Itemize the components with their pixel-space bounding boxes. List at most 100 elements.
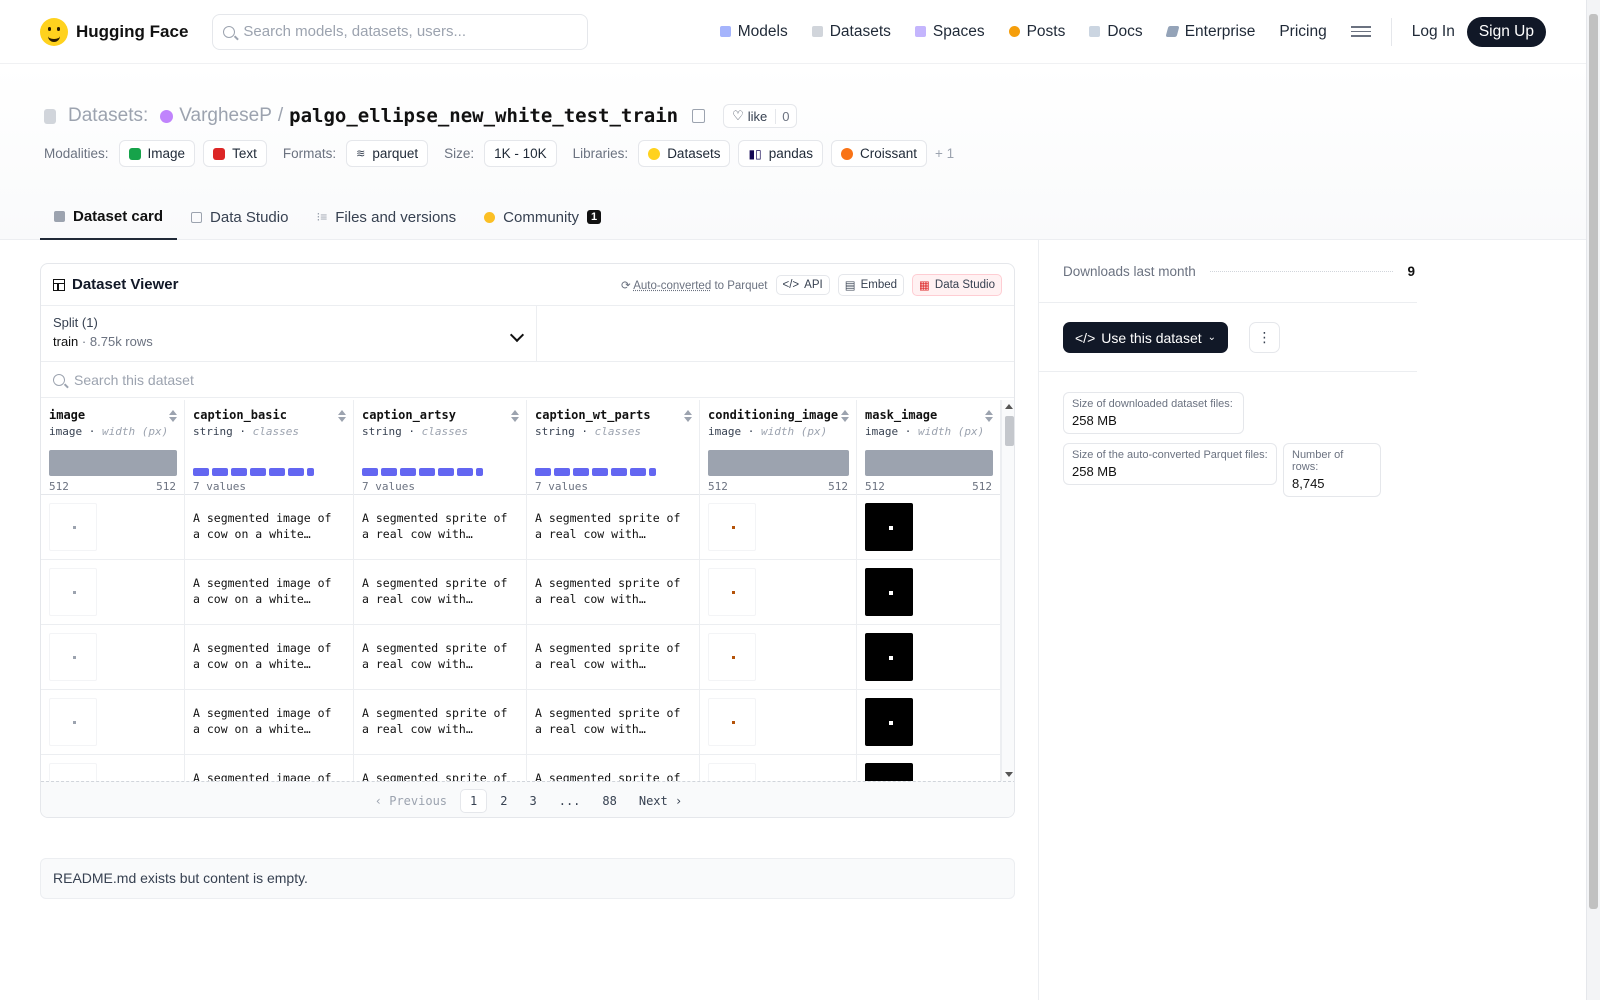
- page-88[interactable]: 88: [593, 790, 625, 812]
- tag-pandas[interactable]: ▮▯ pandas: [738, 140, 823, 167]
- class-bar[interactable]: [535, 468, 551, 476]
- nav-enterprise[interactable]: Enterprise: [1155, 16, 1268, 48]
- nav-models[interactable]: Models: [708, 16, 800, 48]
- nav-datasets[interactable]: Datasets: [800, 16, 903, 48]
- page-3[interactable]: 3: [520, 790, 545, 812]
- image-thumbnail[interactable]: [49, 763, 97, 781]
- split-selector[interactable]: Split (1) train · 8.75k rows: [41, 306, 537, 361]
- table-row[interactable]: A segmented image of a cow on a white ba…: [41, 560, 1001, 625]
- table-scrollbar[interactable]: [1001, 400, 1014, 781]
- class-bar[interactable]: [250, 468, 266, 476]
- tag-image[interactable]: Image: [118, 140, 196, 167]
- tag-size[interactable]: 1K - 10K: [484, 140, 557, 167]
- conditioning-image-thumbnail[interactable]: [708, 698, 756, 746]
- class-bar[interactable]: [457, 468, 473, 476]
- like-button[interactable]: ♡ like 0: [723, 104, 797, 128]
- class-bar[interactable]: [611, 468, 627, 476]
- tab-data-studio[interactable]: Data Studio: [177, 194, 302, 240]
- tab-community[interactable]: Community 1: [470, 194, 615, 240]
- scroll-up-icon[interactable]: [1005, 404, 1013, 409]
- tag-parquet[interactable]: ≋ parquet: [346, 140, 429, 167]
- class-bar[interactable]: [231, 468, 247, 476]
- login-link[interactable]: Log In: [1400, 16, 1467, 48]
- more-options-button[interactable]: ⋮: [1249, 322, 1280, 353]
- page-1[interactable]: 1: [460, 788, 488, 813]
- column-header-caption-wt-parts[interactable]: caption_wt_parts string · classes 7 values: [527, 400, 700, 495]
- class-bar[interactable]: [592, 468, 608, 476]
- sort-icon[interactable]: [338, 410, 346, 422]
- class-bar[interactable]: [554, 468, 570, 476]
- table-row[interactable]: A segmented image of a cow on a white ba…: [41, 755, 1001, 781]
- class-bar[interactable]: [419, 468, 435, 476]
- class-bar[interactable]: [649, 468, 656, 476]
- more-libraries[interactable]: + 1: [935, 146, 954, 161]
- class-bar[interactable]: [400, 468, 416, 476]
- image-thumbnail[interactable]: [49, 698, 97, 746]
- more-menu-button[interactable]: [1339, 16, 1383, 48]
- next-page-button[interactable]: Next ›: [630, 790, 691, 812]
- class-bar[interactable]: [573, 468, 589, 476]
- column-header-image[interactable]: image image · width (px) 512 512: [41, 400, 185, 495]
- dataset-search-input[interactable]: Search this dataset: [41, 362, 1014, 398]
- brand-logo[interactable]: Hugging Face: [40, 17, 188, 46]
- mask-image-thumbnail[interactable]: [865, 568, 913, 616]
- nav-pricing[interactable]: Pricing: [1267, 16, 1338, 48]
- table-row[interactable]: A segmented image of a cow on a white ba…: [41, 495, 1001, 560]
- page-2[interactable]: 2: [491, 790, 516, 812]
- column-header-caption-basic[interactable]: caption_basic string · classes 7 values: [185, 400, 354, 495]
- conditioning-image-thumbnail[interactable]: [708, 568, 756, 616]
- sort-icon[interactable]: [841, 410, 849, 422]
- image-thumbnail[interactable]: [49, 503, 97, 551]
- class-bar[interactable]: [476, 468, 483, 476]
- api-button[interactable]: </> API: [775, 274, 830, 295]
- mask-image-thumbnail[interactable]: [865, 633, 913, 681]
- class-bar[interactable]: [269, 468, 285, 476]
- class-bar[interactable]: [193, 468, 209, 476]
- sort-icon[interactable]: [511, 410, 519, 422]
- sort-icon[interactable]: [169, 410, 177, 422]
- nav-spaces[interactable]: Spaces: [903, 16, 997, 48]
- auto-converted-link[interactable]: Auto-converted: [633, 280, 711, 292]
- previous-page-button[interactable]: ‹ Previous: [366, 790, 456, 812]
- breadcrumb-section[interactable]: Datasets:: [68, 105, 148, 127]
- repo-name[interactable]: palgo_ellipse_new_white_test_train: [289, 105, 678, 127]
- column-header-mask-image[interactable]: mask_image image · width (px) 512 512: [857, 400, 1001, 495]
- tag-datasets-lib[interactable]: Datasets: [638, 140, 731, 167]
- class-bar[interactable]: [381, 468, 397, 476]
- copy-icon[interactable]: [692, 109, 706, 123]
- breadcrumb-owner[interactable]: VargheseP: [179, 105, 272, 127]
- class-bar[interactable]: [438, 468, 454, 476]
- conditioning-image-thumbnail[interactable]: [708, 633, 756, 681]
- column-header-conditioning-image[interactable]: conditioning_image image · width (px) 512 5…: [700, 400, 857, 495]
- tag-text[interactable]: Text: [203, 140, 267, 167]
- table-row[interactable]: A segmented image of a cow on a white ba…: [41, 690, 1001, 755]
- mask-image-thumbnail[interactable]: [865, 698, 913, 746]
- embed-button[interactable]: ▤ Embed: [837, 273, 905, 296]
- scrollbar-thumb[interactable]: [1005, 416, 1014, 446]
- mask-image-thumbnail[interactable]: [865, 763, 913, 781]
- sort-icon[interactable]: [985, 410, 993, 422]
- page-scrollbar-thumb[interactable]: [1589, 14, 1598, 909]
- mask-image-thumbnail[interactable]: [865, 503, 913, 551]
- conditioning-image-thumbnail[interactable]: [708, 503, 756, 551]
- sort-icon[interactable]: [684, 410, 692, 422]
- use-this-dataset-button[interactable]: </> Use this dataset ⌄: [1063, 322, 1229, 353]
- class-bar[interactable]: [630, 468, 646, 476]
- tab-files[interactable]: ⁝≡ Files and versions: [302, 194, 470, 240]
- class-bar[interactable]: [362, 468, 378, 476]
- data-studio-button[interactable]: ▦ Data Studio: [912, 273, 1002, 296]
- tab-dataset-card[interactable]: Dataset card: [40, 194, 178, 240]
- tag-croissant[interactable]: Croissant: [830, 140, 928, 167]
- nav-docs[interactable]: Docs: [1077, 16, 1154, 48]
- class-bar[interactable]: [288, 468, 304, 476]
- class-bar[interactable]: [307, 468, 314, 476]
- conditioning-image-thumbnail[interactable]: [708, 763, 756, 781]
- class-bar[interactable]: [212, 468, 228, 476]
- signup-button[interactable]: Sign Up: [1466, 16, 1546, 47]
- global-search-input[interactable]: Search models, datasets, users...: [212, 13, 589, 50]
- nav-posts[interactable]: Posts: [997, 16, 1078, 48]
- scroll-down-icon[interactable]: [1005, 772, 1013, 777]
- image-thumbnail[interactable]: [49, 633, 97, 681]
- image-thumbnail[interactable]: [49, 568, 97, 616]
- table-row[interactable]: A segmented image of a cow on a white ba…: [41, 625, 1001, 690]
